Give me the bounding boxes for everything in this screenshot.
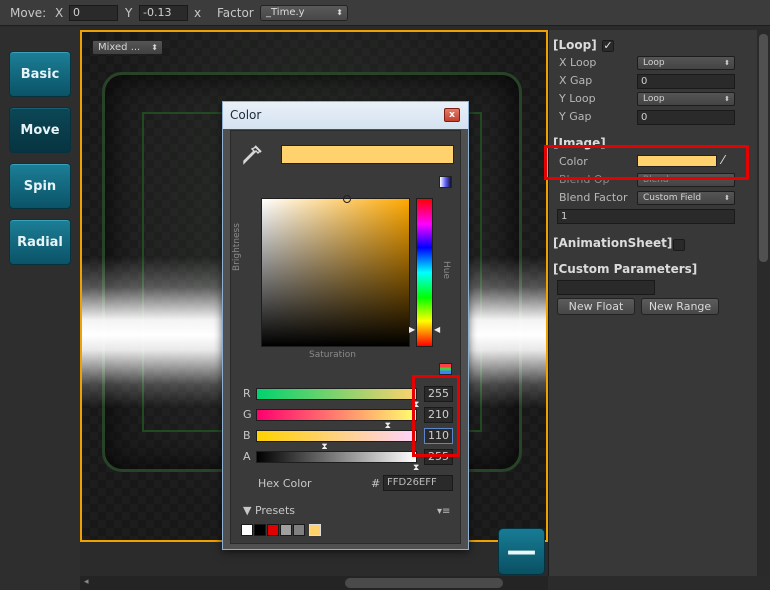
saturation-label: Saturation bbox=[309, 350, 356, 360]
saturation-brightness-picker[interactable] bbox=[261, 195, 410, 347]
a-label: A bbox=[243, 450, 251, 463]
move-label: Move: bbox=[10, 6, 47, 20]
minus-button[interactable]: — bbox=[498, 528, 545, 575]
eyedropper-icon[interactable] bbox=[241, 144, 263, 166]
new-range-button[interactable]: New Range bbox=[641, 298, 719, 315]
x-loop-label: X Loop bbox=[559, 56, 597, 69]
custom-parameter-name-input[interactable] bbox=[557, 280, 655, 295]
preset-swatch[interactable] bbox=[309, 524, 321, 536]
close-button[interactable]: x bbox=[444, 108, 460, 122]
dropdown-arrow-icon: ⬍ bbox=[724, 59, 730, 67]
spin-button[interactable]: Spin bbox=[9, 163, 71, 209]
move-button[interactable]: Move bbox=[9, 107, 71, 153]
g-label: G bbox=[243, 408, 252, 421]
loop-section-title: [Loop] bbox=[553, 38, 597, 52]
x-input[interactable]: 0 bbox=[69, 5, 118, 21]
hue-pointer-left-icon[interactable]: ▶ bbox=[409, 325, 415, 334]
scroll-left-icon[interactable]: ◂ bbox=[84, 577, 89, 587]
color-field-highlight bbox=[544, 145, 749, 180]
color-dialog-body: Brightness ▶ ◀ Hue Saturation R ⧗ 255 G … bbox=[230, 130, 461, 544]
hue-label: Hue bbox=[441, 261, 451, 280]
presets-toggle[interactable]: ▼ Presets bbox=[243, 504, 295, 517]
blend-factor-number-input[interactable]: 1 bbox=[557, 209, 735, 224]
color-mode-icon[interactable] bbox=[439, 176, 452, 188]
inspector-panel: [Loop] ✓ X Loop Loop ⬍ X Gap 0 Y Loop Lo… bbox=[548, 30, 758, 576]
b-slider[interactable] bbox=[256, 430, 417, 442]
y-gap-input[interactable]: 0 bbox=[637, 110, 735, 125]
factor-label: Factor bbox=[217, 6, 254, 20]
mode-dropdown[interactable]: Mixed ... ⬍ bbox=[92, 40, 163, 55]
y-input[interactable]: -0.13 bbox=[139, 5, 188, 21]
x-gap-input[interactable]: 0 bbox=[637, 74, 735, 89]
brightness-label: Brightness bbox=[232, 223, 242, 271]
preset-swatch[interactable] bbox=[280, 524, 292, 536]
blend-factor-dropdown[interactable]: Custom Field ⬍ bbox=[637, 191, 735, 205]
top-toolbar: Move: X 0 Y -0.13 x Factor _Time.y ⬍ bbox=[0, 0, 770, 26]
blend-factor-value: Custom Field bbox=[643, 193, 702, 203]
a-slider[interactable] bbox=[256, 451, 417, 463]
horizontal-scroll-thumb[interactable] bbox=[345, 578, 503, 588]
y-loop-label: Y Loop bbox=[559, 92, 596, 105]
presets-menu-icon[interactable]: ▾≡ bbox=[437, 506, 450, 517]
radial-button[interactable]: Radial bbox=[9, 219, 71, 265]
hue-pointer-right-icon[interactable]: ◀ bbox=[434, 325, 440, 334]
loop-checkbox[interactable]: ✓ bbox=[602, 40, 614, 52]
dropdown-arrow-icon: ⬍ bbox=[724, 95, 730, 103]
preset-swatch[interactable] bbox=[241, 524, 253, 536]
animation-sheet-section-title: [AnimationSheet] bbox=[553, 236, 673, 250]
hex-color-label: Hex Color bbox=[258, 477, 312, 490]
vertical-scrollbar[interactable] bbox=[757, 30, 770, 576]
x-loop-value: Loop bbox=[643, 58, 665, 68]
preset-swatch[interactable] bbox=[254, 524, 266, 536]
r-slider[interactable] bbox=[256, 388, 417, 400]
x2-label: x bbox=[194, 6, 202, 20]
new-float-button[interactable]: New Float bbox=[557, 298, 635, 315]
sv-cursor[interactable] bbox=[342, 195, 351, 203]
factor-dropdown[interactable]: _Time.y ⬍ bbox=[260, 5, 348, 21]
mode-dropdown-value: Mixed ... bbox=[98, 42, 141, 53]
rgb-values-highlight bbox=[412, 375, 460, 457]
current-color-swatch bbox=[281, 145, 454, 164]
y-loop-value: Loop bbox=[643, 94, 665, 104]
dropdown-arrow-icon: ⬍ bbox=[151, 43, 158, 52]
custom-parameters-section-title: [Custom Parameters] bbox=[553, 262, 698, 276]
color-dialog-titlebar[interactable]: Color bbox=[223, 102, 468, 129]
color-picker-dialog: Color x Brightness ▶ ◀ Hue Saturation R … bbox=[222, 101, 469, 550]
hex-hash-label: # bbox=[371, 477, 381, 490]
x-loop-dropdown[interactable]: Loop ⬍ bbox=[637, 56, 735, 70]
horizontal-scrollbar[interactable]: ◂ bbox=[80, 576, 548, 590]
hue-slider[interactable] bbox=[416, 198, 433, 347]
y-label: Y bbox=[125, 6, 133, 20]
basic-button[interactable]: Basic bbox=[9, 51, 71, 97]
hex-color-input[interactable]: FFD26EFF bbox=[383, 475, 453, 491]
preset-swatch[interactable] bbox=[267, 524, 279, 536]
dropdown-arrow-icon: ⬍ bbox=[724, 194, 730, 202]
dropdown-arrow-icon: ⬍ bbox=[336, 8, 343, 17]
left-button-panel: Basic Move Spin Radial bbox=[0, 27, 80, 590]
x-label: X bbox=[55, 6, 64, 20]
factor-value: _Time.y bbox=[266, 7, 305, 18]
r-label: R bbox=[243, 387, 251, 400]
slider-mode-icon[interactable] bbox=[439, 363, 452, 375]
y-gap-label: Y Gap bbox=[559, 110, 592, 123]
color-dialog-title: Color bbox=[230, 108, 262, 122]
y-loop-dropdown[interactable]: Loop ⬍ bbox=[637, 92, 735, 106]
a-slider-knob-icon[interactable]: ⧗ bbox=[413, 463, 419, 473]
x-gap-label: X Gap bbox=[559, 74, 593, 87]
vertical-scroll-thumb[interactable] bbox=[759, 34, 768, 262]
g-slider[interactable] bbox=[256, 409, 417, 421]
blend-factor-label: Blend Factor bbox=[559, 191, 628, 204]
b-label: B bbox=[243, 429, 251, 442]
animation-sheet-checkbox[interactable] bbox=[673, 239, 685, 251]
preset-swatch[interactable] bbox=[293, 524, 305, 536]
